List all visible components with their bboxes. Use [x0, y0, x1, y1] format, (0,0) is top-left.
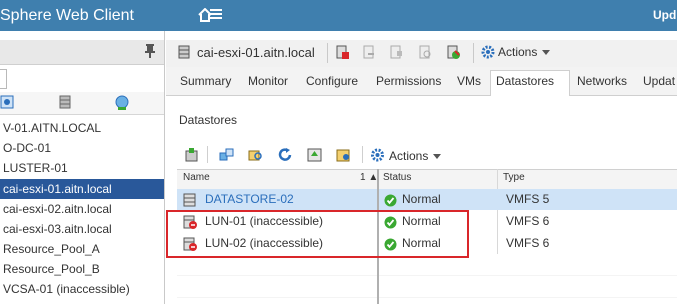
navigator-toolbar: [0, 40, 164, 65]
tree-item-label: Resource_Pool_B: [3, 262, 100, 276]
gear-icon[interactable]: [481, 45, 495, 59]
grid-actions-button[interactable]: Actions: [389, 149, 428, 163]
refresh-icon[interactable]: [278, 148, 293, 162]
tree-item-label: V-01.AITN.LOCAL: [3, 121, 102, 135]
new-datastore-icon[interactable]: [184, 148, 199, 162]
tree-item[interactable]: V-01.AITN.LOCAL: [0, 118, 164, 138]
type-text: VMFS 6: [506, 214, 550, 228]
tree-item-label: Resource_Pool_A: [3, 242, 100, 256]
sort-indicator[interactable]: 1 ▲: [360, 172, 378, 183]
tree-item[interactable]: O-DC-01: [0, 138, 164, 158]
table-row[interactable]: DATASTORE-02 Normal VMFS 5: [177, 189, 677, 210]
highlight-annotation: [166, 210, 469, 258]
add-host-icon[interactable]: [335, 45, 349, 59]
status-text: Normal: [402, 192, 441, 206]
menu-icon[interactable]: [210, 9, 222, 19]
network-icon[interactable]: [114, 95, 130, 111]
migrate-icon[interactable]: [362, 45, 376, 59]
navigator-search-input[interactable]: [0, 69, 7, 89]
column-header-status[interactable]: Status: [383, 172, 411, 183]
datastore-icon: [183, 193, 196, 207]
toolbar-divider: [207, 146, 208, 163]
tree-item[interactable]: Resource_Pool_A: [0, 239, 164, 259]
hosts-clusters-icon[interactable]: [0, 95, 14, 109]
tree-item-label: cai-esxi-01.aitn.local: [3, 182, 112, 196]
tree-item[interactable]: LUSTER-01: [0, 158, 164, 178]
gear-icon[interactable]: [370, 148, 385, 162]
tab-vms[interactable]: VMs: [457, 74, 481, 88]
tab-monitor[interactable]: Monitor: [248, 74, 288, 88]
tree-item[interactable]: Resource_Pool_B: [0, 259, 164, 279]
reboot-icon[interactable]: [446, 45, 460, 59]
tree-item-label: LUSTER-01: [3, 161, 68, 175]
type-text: VMFS 5: [506, 192, 550, 206]
pin-icon[interactable]: [144, 44, 156, 58]
actions-menu-button[interactable]: Actions: [498, 45, 537, 59]
datastore-name[interactable]: DATASTORE-02: [205, 189, 294, 210]
tree-item[interactable]: cai-esxi-02.aitn.local: [0, 199, 164, 219]
column-header-name[interactable]: Name: [183, 172, 210, 183]
storage-icon[interactable]: [58, 95, 72, 109]
toolbar-divider: [473, 43, 474, 63]
tree-item-label: cai-esxi-02.aitn.local: [3, 202, 112, 216]
tree-item-label: cai-esxi-03.aitn.local: [3, 222, 112, 236]
navigator-tabs: [0, 92, 164, 115]
tab-configure[interactable]: Configure: [306, 74, 358, 88]
chevron-down-icon: [542, 50, 550, 55]
toolbar-divider: [327, 43, 328, 63]
host-icon: [178, 45, 190, 59]
tab-updates[interactable]: Updat: [643, 74, 675, 88]
enter-maintenance-icon[interactable]: [389, 45, 403, 59]
column-header-type[interactable]: Type: [503, 172, 525, 183]
increase-capacity-icon[interactable]: [307, 148, 322, 162]
tree-item-label: O-DC-01: [3, 141, 52, 155]
empty-rows: [177, 254, 677, 304]
tree-item-selected[interactable]: cai-esxi-01.aitn.local: [0, 179, 164, 199]
configure-io-icon[interactable]: [336, 148, 351, 162]
tree-item-label: VCSA-01 (inaccessible): [3, 282, 130, 296]
app-title: vSphere Web Client: [0, 7, 134, 24]
tree-item[interactable]: cai-esxi-03.aitn.local: [0, 219, 164, 239]
tab-summary[interactable]: Summary: [180, 74, 231, 88]
type-text: VMFS 6: [506, 236, 550, 250]
tab-datastores[interactable]: Datastores: [496, 74, 554, 88]
register-vm-icon[interactable]: [219, 148, 234, 162]
status-ok-icon: [384, 194, 397, 207]
chevron-down-icon: [433, 154, 441, 159]
power-icon[interactable]: [418, 45, 432, 59]
tab-permissions[interactable]: Permissions: [376, 74, 441, 88]
toolbar-divider: [362, 146, 363, 163]
tab-networks[interactable]: Networks: [577, 74, 627, 88]
tree-item[interactable]: VCSA-01 (inaccessible): [0, 279, 164, 299]
section-title: Datastores: [179, 113, 238, 127]
grid-header: [177, 169, 677, 190]
browse-files-icon[interactable]: [248, 148, 263, 162]
object-title: cai-esxi-01.aitn.local: [197, 45, 315, 60]
user-menu[interactable]: Upd: [653, 8, 676, 22]
